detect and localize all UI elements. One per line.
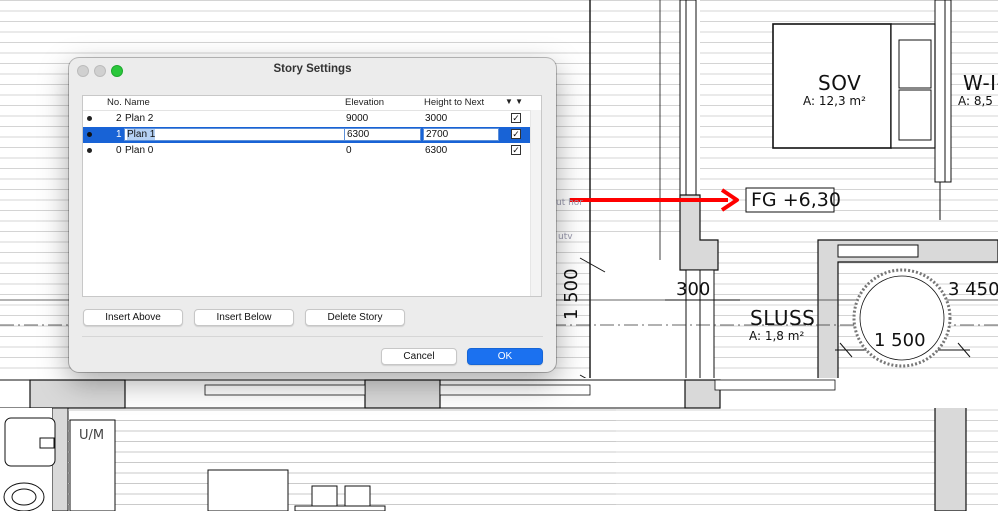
column-header-show[interactable]: ▼ ▼ — [505, 97, 523, 106]
cancel-button[interactable]: Cancel — [381, 348, 457, 365]
room-name-sov: SOV — [818, 71, 862, 95]
room-area-sluss: A: 1,8 m² — [749, 329, 805, 343]
table-row[interactable]: 2 Plan 2 9000 3000 ✓ — [83, 111, 530, 127]
show-story-checkbox[interactable]: ✓ — [511, 145, 521, 155]
dialog-titlebar[interactable]: Story Settings — [69, 58, 556, 82]
row-elevation[interactable]: 9000 — [346, 113, 368, 124]
column-header-elevation[interactable]: Elevation — [345, 97, 384, 108]
table-scrollbar[interactable] — [530, 110, 541, 296]
table-row[interactable]: 0 Plan 0 0 6300 ✓ — [83, 143, 530, 159]
row-height[interactable]: 3000 — [425, 113, 447, 124]
stories-table: No. Name Elevation Height to Next ▼ ▼ 2 … — [82, 95, 542, 297]
column-header-no-name[interactable]: No. Name — [107, 97, 150, 108]
ok-button[interactable]: OK — [467, 348, 543, 365]
room-name-sluss: SLUSS — [750, 306, 816, 330]
row-number: 0 — [116, 145, 122, 156]
table-header: No. Name Elevation Height to Next ▼ ▼ — [83, 96, 541, 111]
dimension-1500-horizontal: 1 500 — [874, 330, 926, 351]
insert-above-button[interactable]: Insert Above — [83, 309, 183, 326]
insert-below-button[interactable]: Insert Below — [194, 309, 294, 326]
story-bullet-icon — [87, 132, 92, 137]
dimension-3450: 3 450 — [948, 279, 998, 300]
story-settings-dialog: Story Settings No. Name Elevation Height… — [69, 58, 556, 372]
delete-story-button[interactable]: Delete Story — [305, 309, 405, 326]
room-area-sov: A: 12,3 m² — [803, 94, 866, 108]
show-story-checkbox[interactable]: ✓ — [511, 113, 521, 123]
story-bullet-icon — [87, 116, 92, 121]
room-name-w: W-I- — [963, 71, 998, 95]
row-number: 2 — [116, 113, 122, 124]
um-label: U/M — [79, 428, 105, 443]
row-name[interactable]: Plan 2 — [125, 113, 153, 124]
row-number: 1 — [116, 129, 122, 140]
dimension-1500-vertical: 1 500 — [561, 268, 582, 320]
dimension-300: 300 — [676, 279, 711, 300]
row-name-edit-field[interactable]: Plan 1 — [124, 128, 357, 141]
row-height-edit-field[interactable]: 2700 — [423, 128, 499, 141]
floor-level-marker[interactable]: FG +6,30 — [751, 189, 841, 211]
show-story-checkbox[interactable]: ✓ — [511, 129, 521, 139]
dialog-divider — [82, 336, 543, 337]
dialog-title: Story Settings — [273, 63, 352, 75]
table-row-selected[interactable]: 1 Plan 1 6300 2700 ✓ — [83, 127, 530, 143]
row-elevation-edit-field[interactable]: 6300 — [344, 128, 421, 141]
row-height[interactable]: 6300 — [425, 145, 447, 156]
row-name[interactable]: Plan 0 — [125, 145, 153, 156]
row-elevation[interactable]: 0 — [346, 145, 352, 156]
faint-label-1: ut hor — [556, 198, 584, 208]
room-area-w: A: 8,5 — [958, 94, 993, 108]
faint-label-2: utv — [558, 232, 573, 242]
story-bullet-icon — [87, 148, 92, 153]
column-header-height-to-next[interactable]: Height to Next — [424, 97, 484, 108]
